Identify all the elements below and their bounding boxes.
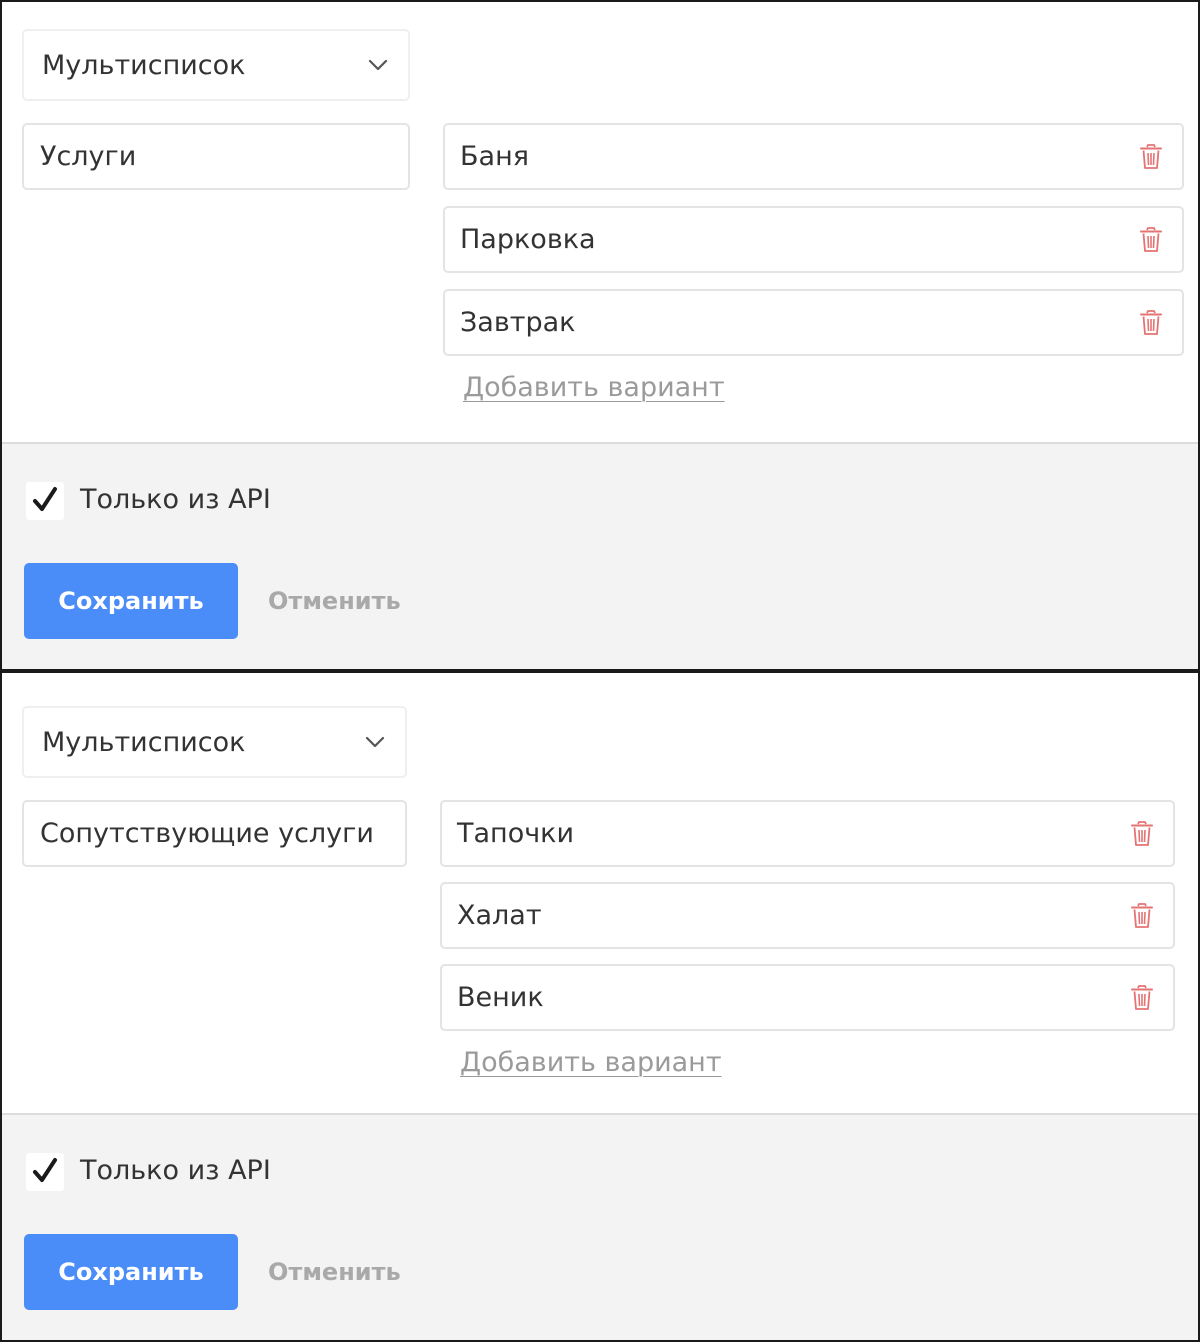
trash-icon[interactable] bbox=[1131, 902, 1153, 929]
option-input[interactable]: Завтрак bbox=[443, 289, 1184, 356]
form-footer: Только из API Сохранить Отменить bbox=[2, 1113, 1198, 1340]
field-editor-panel: Мультисписок Сопутствующие услуги Тапочк… bbox=[0, 671, 1200, 1342]
trash-icon[interactable] bbox=[1140, 226, 1162, 253]
field-type-select[interactable]: Мультисписок bbox=[22, 29, 410, 101]
option-value: Халат bbox=[457, 900, 542, 931]
option-value: Парковка bbox=[460, 224, 596, 255]
checkmark-icon bbox=[33, 1158, 57, 1182]
checkmark-icon bbox=[33, 487, 57, 511]
option-input[interactable]: Парковка bbox=[443, 206, 1184, 273]
option-value: Баня bbox=[460, 141, 529, 172]
add-option-link[interactable]: Добавить вариант bbox=[463, 372, 725, 403]
cancel-button[interactable]: Отменить bbox=[268, 1258, 401, 1286]
option-input[interactable]: Тапочки bbox=[440, 800, 1175, 867]
cancel-button[interactable]: Отменить bbox=[268, 587, 401, 615]
field-type-value: Мультисписок bbox=[42, 726, 246, 758]
trash-icon[interactable] bbox=[1140, 143, 1162, 170]
field-name-input[interactable]: Услуги bbox=[22, 123, 410, 190]
option-value: Тапочки bbox=[457, 818, 575, 849]
only-api-label: Только из API bbox=[80, 484, 271, 515]
field-name-value: Услуги bbox=[40, 141, 137, 172]
chevron-down-icon bbox=[368, 59, 388, 71]
form-footer: Только из API Сохранить Отменить bbox=[2, 442, 1198, 669]
field-name-value: Сопутствующие услуги bbox=[40, 818, 374, 849]
field-editor-panel: Мультисписок Услуги Баня Парковка Завтра… bbox=[0, 0, 1200, 671]
option-input[interactable]: Халат bbox=[440, 882, 1175, 949]
trash-icon[interactable] bbox=[1131, 984, 1153, 1011]
add-option-link[interactable]: Добавить вариант bbox=[460, 1047, 722, 1078]
only-api-checkbox[interactable] bbox=[26, 1153, 64, 1191]
only-api-checkbox[interactable] bbox=[26, 482, 64, 520]
option-value: Веник bbox=[457, 982, 544, 1013]
field-type-select[interactable]: Мультисписок bbox=[22, 706, 407, 778]
option-input[interactable]: Баня bbox=[443, 123, 1184, 190]
save-button[interactable]: Сохранить bbox=[24, 1234, 238, 1310]
trash-icon[interactable] bbox=[1140, 309, 1162, 336]
option-input[interactable]: Веник bbox=[440, 964, 1175, 1031]
option-value: Завтрак bbox=[460, 307, 576, 338]
trash-icon[interactable] bbox=[1131, 820, 1153, 847]
only-api-label: Только из API bbox=[80, 1155, 271, 1186]
field-type-value: Мультисписок bbox=[42, 49, 246, 81]
save-button[interactable]: Сохранить bbox=[24, 563, 238, 639]
field-name-input[interactable]: Сопутствующие услуги bbox=[22, 800, 407, 867]
chevron-down-icon bbox=[365, 736, 385, 748]
